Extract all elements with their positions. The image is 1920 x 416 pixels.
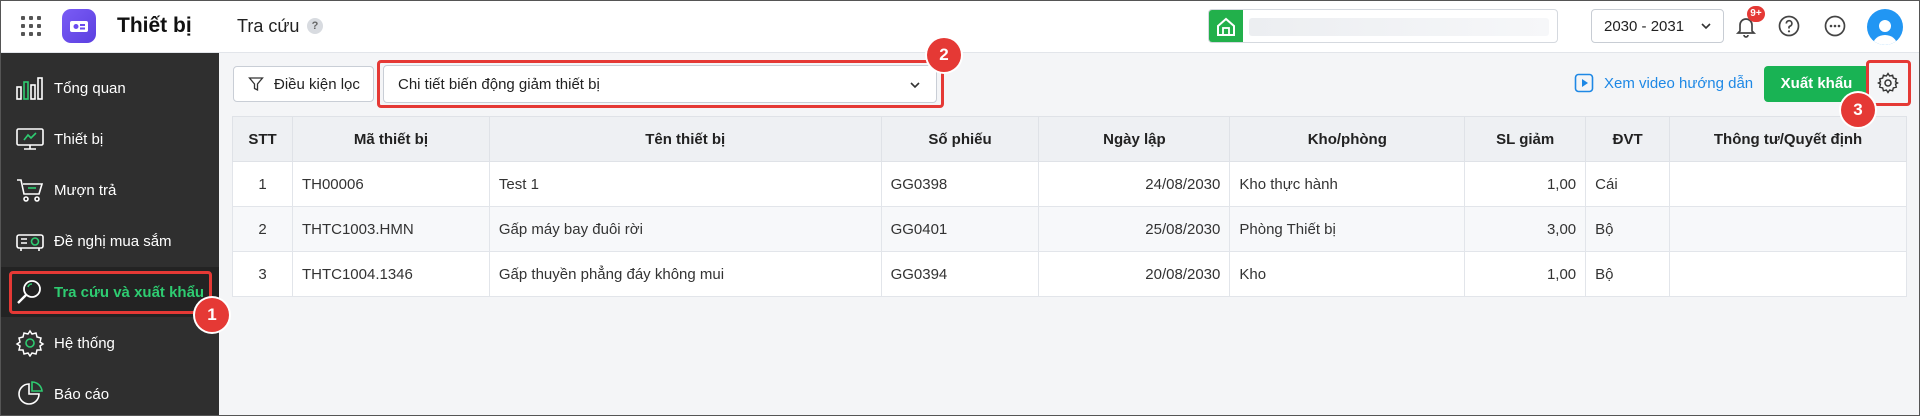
sidebar-item-equipment[interactable]: Thiết bị <box>1 114 219 164</box>
table-header-row: STT Mã thiết bị Tên thiết bị Số phiếu Ng… <box>232 116 1907 162</box>
column-header[interactable]: Số phiếu <box>880 116 1040 162</box>
column-header[interactable]: SL giảm <box>1464 116 1587 162</box>
school-selector[interactable] <box>1208 9 1558 43</box>
app-window: Thiết bị Tra cứu ? 2030 - 2031 9+ Tổng q… <box>0 0 1920 416</box>
sidebar-item-reports[interactable]: Báo cáo <box>1 369 219 415</box>
cell-qty-decrease: 1,00 <box>1464 251 1587 297</box>
cell-voucher-no: GG0398 <box>880 161 1040 207</box>
callout-badge-1: 1 <box>195 298 229 332</box>
cell-equipment-name: Gấp thuyền phẳng đáy không mui <box>488 251 882 297</box>
cell-date: 24/08/2030 <box>1038 161 1231 207</box>
video-guide-link[interactable]: Xem video hướng dẫn <box>1574 73 1753 93</box>
more-options-icon[interactable] <box>1821 12 1849 40</box>
help-icon[interactable] <box>1775 12 1803 40</box>
cell-voucher-no: GG0394 <box>880 251 1040 297</box>
cell-qty-decrease: 1,00 <box>1464 161 1587 207</box>
column-header[interactable]: Thông tư/Quyết định <box>1669 116 1907 162</box>
pie-chart-icon <box>15 379 45 409</box>
sidebar-item-label: Tổng quan <box>54 79 126 97</box>
projector-icon <box>15 226 45 256</box>
cell-voucher-no: GG0401 <box>880 206 1040 252</box>
cell-equipment-code: THTC1004.1346 <box>291 251 490 297</box>
cell-stt: 3 <box>232 251 293 297</box>
cell-equipment-name: Test 1 <box>488 161 882 207</box>
cell-equipment-name: Gấp máy bay đuôi rời <box>488 206 882 252</box>
cell-stt: 2 <box>232 206 293 252</box>
cell-equipment-code: THTC1003.HMN <box>291 206 490 252</box>
video-guide-label: Xem video hướng dẫn <box>1604 74 1754 92</box>
notification-badge: 9+ <box>1747 6 1765 22</box>
cell-stt: 1 <box>232 161 293 207</box>
table-row[interactable]: 1 TH00006 Test 1 GG0398 24/08/2030 Kho t… <box>232 161 1907 207</box>
cell-warehouse: Kho <box>1229 251 1466 297</box>
cell-circular <box>1669 251 1907 297</box>
cell-unit: Bộ <box>1585 206 1671 252</box>
callout-badge-3: 3 <box>1841 93 1875 127</box>
table-row[interactable]: 2 THTC1003.HMN Gấp máy bay đuôi rời GG04… <box>232 206 1907 252</box>
sidebar-item-system[interactable]: Hệ thống <box>1 318 219 368</box>
callout-highlight-3 <box>1866 60 1911 106</box>
column-header[interactable]: Ngày lập <box>1038 116 1231 162</box>
page-title: Tra cứu <box>237 16 300 36</box>
cell-unit: Cái <box>1585 161 1671 207</box>
cell-circular <box>1669 161 1907 207</box>
column-header[interactable]: Tên thiết bị <box>488 116 882 162</box>
sidebar-item-overview[interactable]: Tổng quan <box>1 63 219 113</box>
cart-icon <box>15 175 45 205</box>
filter-button[interactable]: Điều kiện lọc <box>233 66 374 102</box>
sidebar-item-label: Báo cáo <box>54 385 110 403</box>
cell-unit: Bộ <box>1585 251 1671 297</box>
school-name-redacted <box>1249 18 1549 36</box>
column-header[interactable]: Kho/phòng <box>1229 116 1466 162</box>
callout-highlight-2 <box>377 60 944 108</box>
chevron-down-icon <box>1699 19 1713 37</box>
school-year-value: 2030 - 2031 <box>1604 18 1685 35</box>
sidebar: Tổng quan Thiết bị Mượn trả Đề nghị mua … <box>1 53 219 415</box>
sidebar-item-purchase-request[interactable]: Đề nghị mua sắm <box>1 216 219 266</box>
sidebar-item-label: Hệ thống <box>54 334 115 352</box>
monitor-icon <box>15 124 45 154</box>
main-content: Điều kiện lọc Chi tiết biến động giảm th… <box>219 53 1919 415</box>
callout-highlight-1 <box>9 271 212 314</box>
cell-qty-decrease: 3,00 <box>1464 206 1587 252</box>
apps-grid-icon[interactable] <box>21 16 41 36</box>
column-header[interactable]: STT <box>232 116 293 162</box>
cell-date: 25/08/2030 <box>1038 206 1231 252</box>
user-avatar[interactable] <box>1867 9 1903 45</box>
sidebar-item-label: Thiết bị <box>54 130 104 148</box>
cell-equipment-code: TH00006 <box>291 161 490 207</box>
school-home-icon <box>1209 10 1243 42</box>
sidebar-item-label: Mượn trả <box>54 181 117 199</box>
play-video-icon <box>1574 73 1594 93</box>
top-bar: Thiết bị Tra cứu ? 2030 - 2031 9+ <box>1 1 1919 53</box>
app-logo-icon <box>62 9 96 43</box>
filter-icon <box>248 77 264 92</box>
column-header[interactable]: ĐVT <box>1585 116 1671 162</box>
sidebar-item-label: Đề nghị mua sắm <box>54 232 172 250</box>
page-help-icon[interactable]: ? <box>307 18 323 34</box>
school-year-select[interactable]: 2030 - 2031 <box>1591 9 1724 43</box>
sidebar-item-borrow-return[interactable]: Mượn trả <box>1 165 219 215</box>
column-header[interactable]: Mã thiết bị <box>291 116 490 162</box>
app-title: Thiết bị <box>117 14 192 37</box>
cell-date: 20/08/2030 <box>1038 251 1231 297</box>
bar-chart-icon <box>15 73 45 103</box>
gear-icon <box>15 328 45 358</box>
cell-warehouse: Phòng Thiết bị <box>1229 206 1466 252</box>
table-row[interactable]: 3 THTC1004.1346 Gấp thuyền phẳng đáy khô… <box>232 251 1907 297</box>
callout-badge-2: 2 <box>927 38 961 72</box>
results-table: STT Mã thiết bị Tên thiết bị Số phiếu Ng… <box>232 116 1907 297</box>
filter-button-label: Điều kiện lọc <box>274 75 360 93</box>
cell-warehouse: Kho thực hành <box>1229 161 1466 207</box>
cell-circular <box>1669 206 1907 252</box>
